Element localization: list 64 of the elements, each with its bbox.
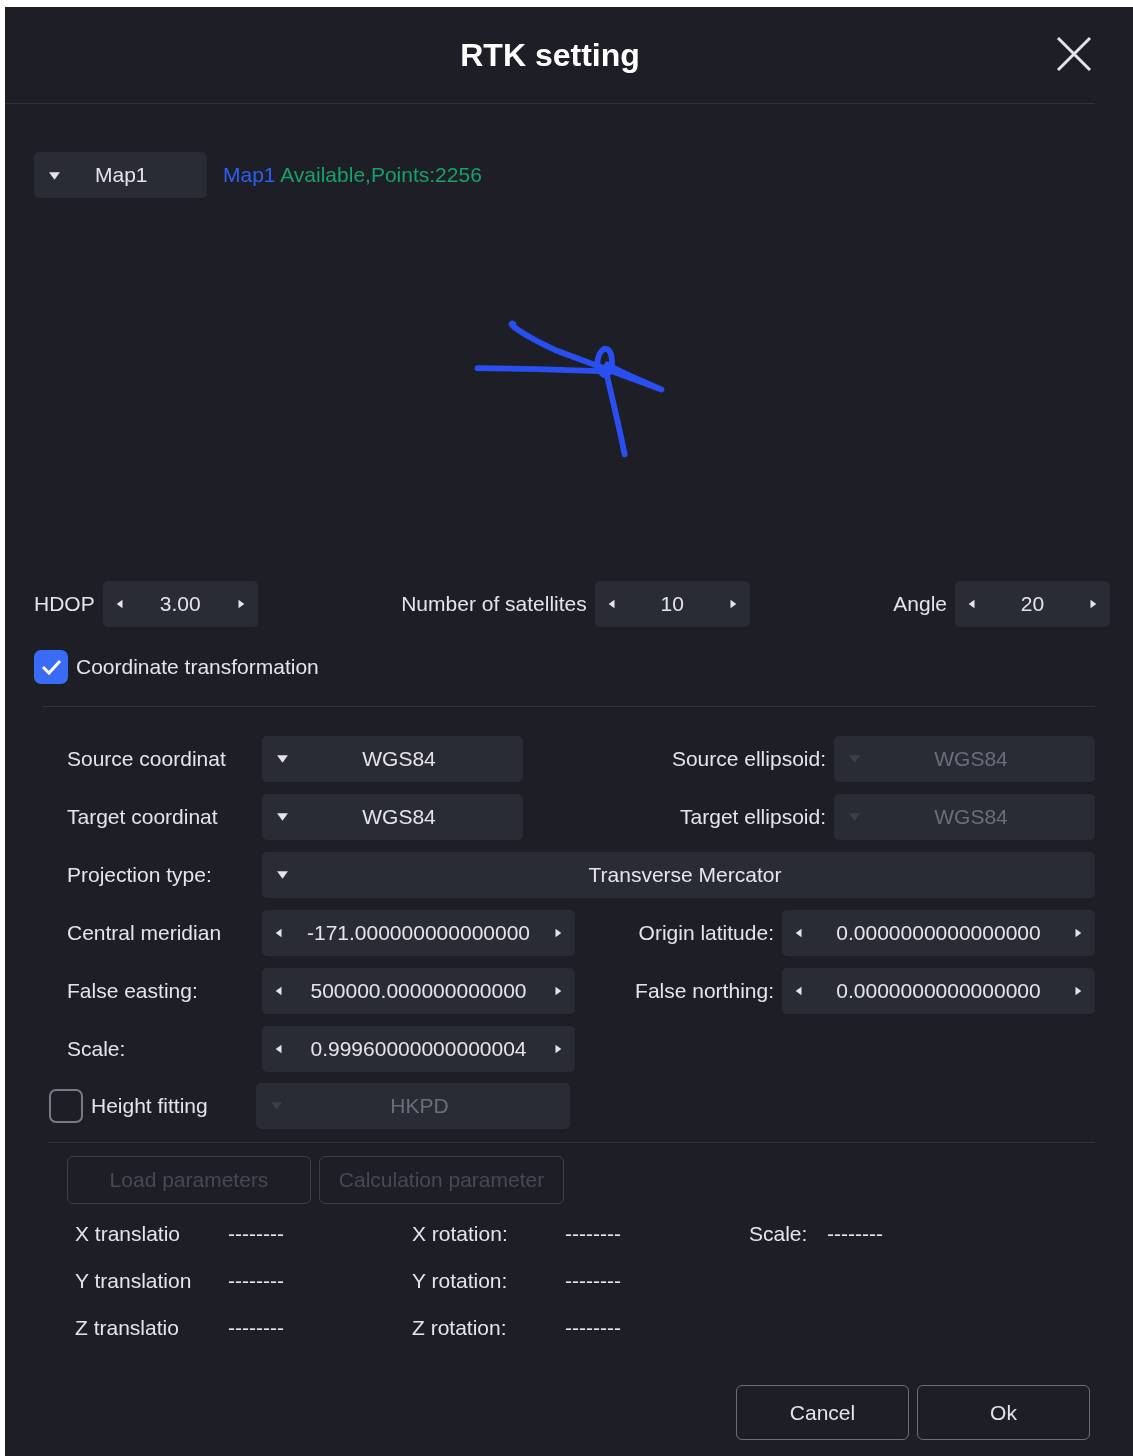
checkbox[interactable] xyxy=(49,1088,83,1123)
arrow-right-icon[interactable] xyxy=(553,985,563,996)
dropdown[interactable]: WGS84 xyxy=(262,735,523,782)
field-label: Origin latitude: xyxy=(638,919,774,946)
result-label: Z translatio xyxy=(75,1315,180,1342)
field-label: Central meridian xyxy=(67,919,223,946)
number-spinner[interactable]: 10 xyxy=(594,581,750,627)
result-label: X translatio xyxy=(75,1221,182,1248)
dialog-button[interactable]: Ok xyxy=(917,1385,1090,1440)
result-value: -------- xyxy=(228,1268,284,1295)
arrow-right-icon[interactable] xyxy=(1073,927,1083,938)
number-spinner[interactable]: 0.0000000000000000 xyxy=(782,967,1095,1014)
field-label: Target ellipsoid: xyxy=(680,803,826,830)
close-button[interactable] xyxy=(1055,35,1093,73)
caret-down-icon xyxy=(276,810,289,823)
filter-label: HDOP xyxy=(34,591,95,618)
result-value: -------- xyxy=(827,1221,883,1248)
result-value: -------- xyxy=(565,1268,621,1295)
result-value: -------- xyxy=(565,1221,621,1248)
field-label: Scale: xyxy=(67,1035,127,1062)
number-spinner[interactable]: 0.0000000000000000 xyxy=(782,909,1095,956)
map-status-text: Map1 Available,Points:2256 xyxy=(223,162,482,189)
arrow-left-icon[interactable] xyxy=(606,599,617,609)
result-value: -------- xyxy=(228,1221,284,1248)
result-label: Scale: xyxy=(749,1221,809,1248)
result-value: -------- xyxy=(565,1315,621,1342)
arrow-left-icon[interactable] xyxy=(114,599,125,609)
result-label: Z rotation: xyxy=(412,1315,508,1342)
arrow-right-icon[interactable] xyxy=(1073,985,1083,996)
dropdown[interactable]: WGS84 xyxy=(262,793,523,840)
field-label: False northing: xyxy=(635,977,774,1004)
arrow-right-icon[interactable] xyxy=(553,927,563,938)
result-label: Y rotation: xyxy=(412,1268,509,1295)
number-spinner[interactable]: 20 xyxy=(955,581,1110,627)
arrow-left-icon[interactable] xyxy=(967,599,977,609)
filter-label: Number of satellites xyxy=(401,591,587,618)
arrow-right-icon[interactable] xyxy=(553,1043,563,1054)
result-label: X rotation: xyxy=(412,1221,509,1248)
field-label: False easting: xyxy=(67,977,199,1004)
checkbox-label: Coordinate transformation xyxy=(76,654,319,681)
filter-label: Angle xyxy=(893,591,947,618)
number-spinner[interactable]: 3.00 xyxy=(102,581,258,627)
field-label: Source ellipsoid: xyxy=(671,745,826,772)
caret-down-icon xyxy=(276,868,289,881)
number-spinner[interactable]: -171.000000000000000 xyxy=(262,909,575,956)
field-label: Source coordinat xyxy=(67,745,227,772)
field-label: Target coordinat xyxy=(67,803,219,830)
result-label: Y translation xyxy=(75,1268,193,1295)
dropdown[interactable]: Transverse Mercator xyxy=(262,851,1095,898)
arrow-left-icon[interactable] xyxy=(794,985,804,996)
arrow-left-icon[interactable] xyxy=(274,927,284,938)
field-label: Projection type: xyxy=(67,861,213,888)
arrow-left-icon[interactable] xyxy=(274,1043,284,1054)
checkbox-label: Height fitting xyxy=(91,1092,209,1119)
caret-down-icon xyxy=(276,752,289,765)
dialog-title: RTK setting xyxy=(460,35,640,75)
checkbox[interactable] xyxy=(34,650,68,684)
map-dropdown[interactable]: Map1 xyxy=(34,152,207,198)
number-spinner[interactable]: 0.99960000000000004 xyxy=(262,1025,575,1072)
arrow-left-icon[interactable] xyxy=(794,927,804,938)
arrow-left-icon[interactable] xyxy=(274,985,284,996)
result-value: -------- xyxy=(228,1315,284,1342)
number-spinner[interactable]: 500000.000000000000 xyxy=(262,967,575,1014)
dialog-button[interactable]: Cancel xyxy=(736,1385,909,1440)
